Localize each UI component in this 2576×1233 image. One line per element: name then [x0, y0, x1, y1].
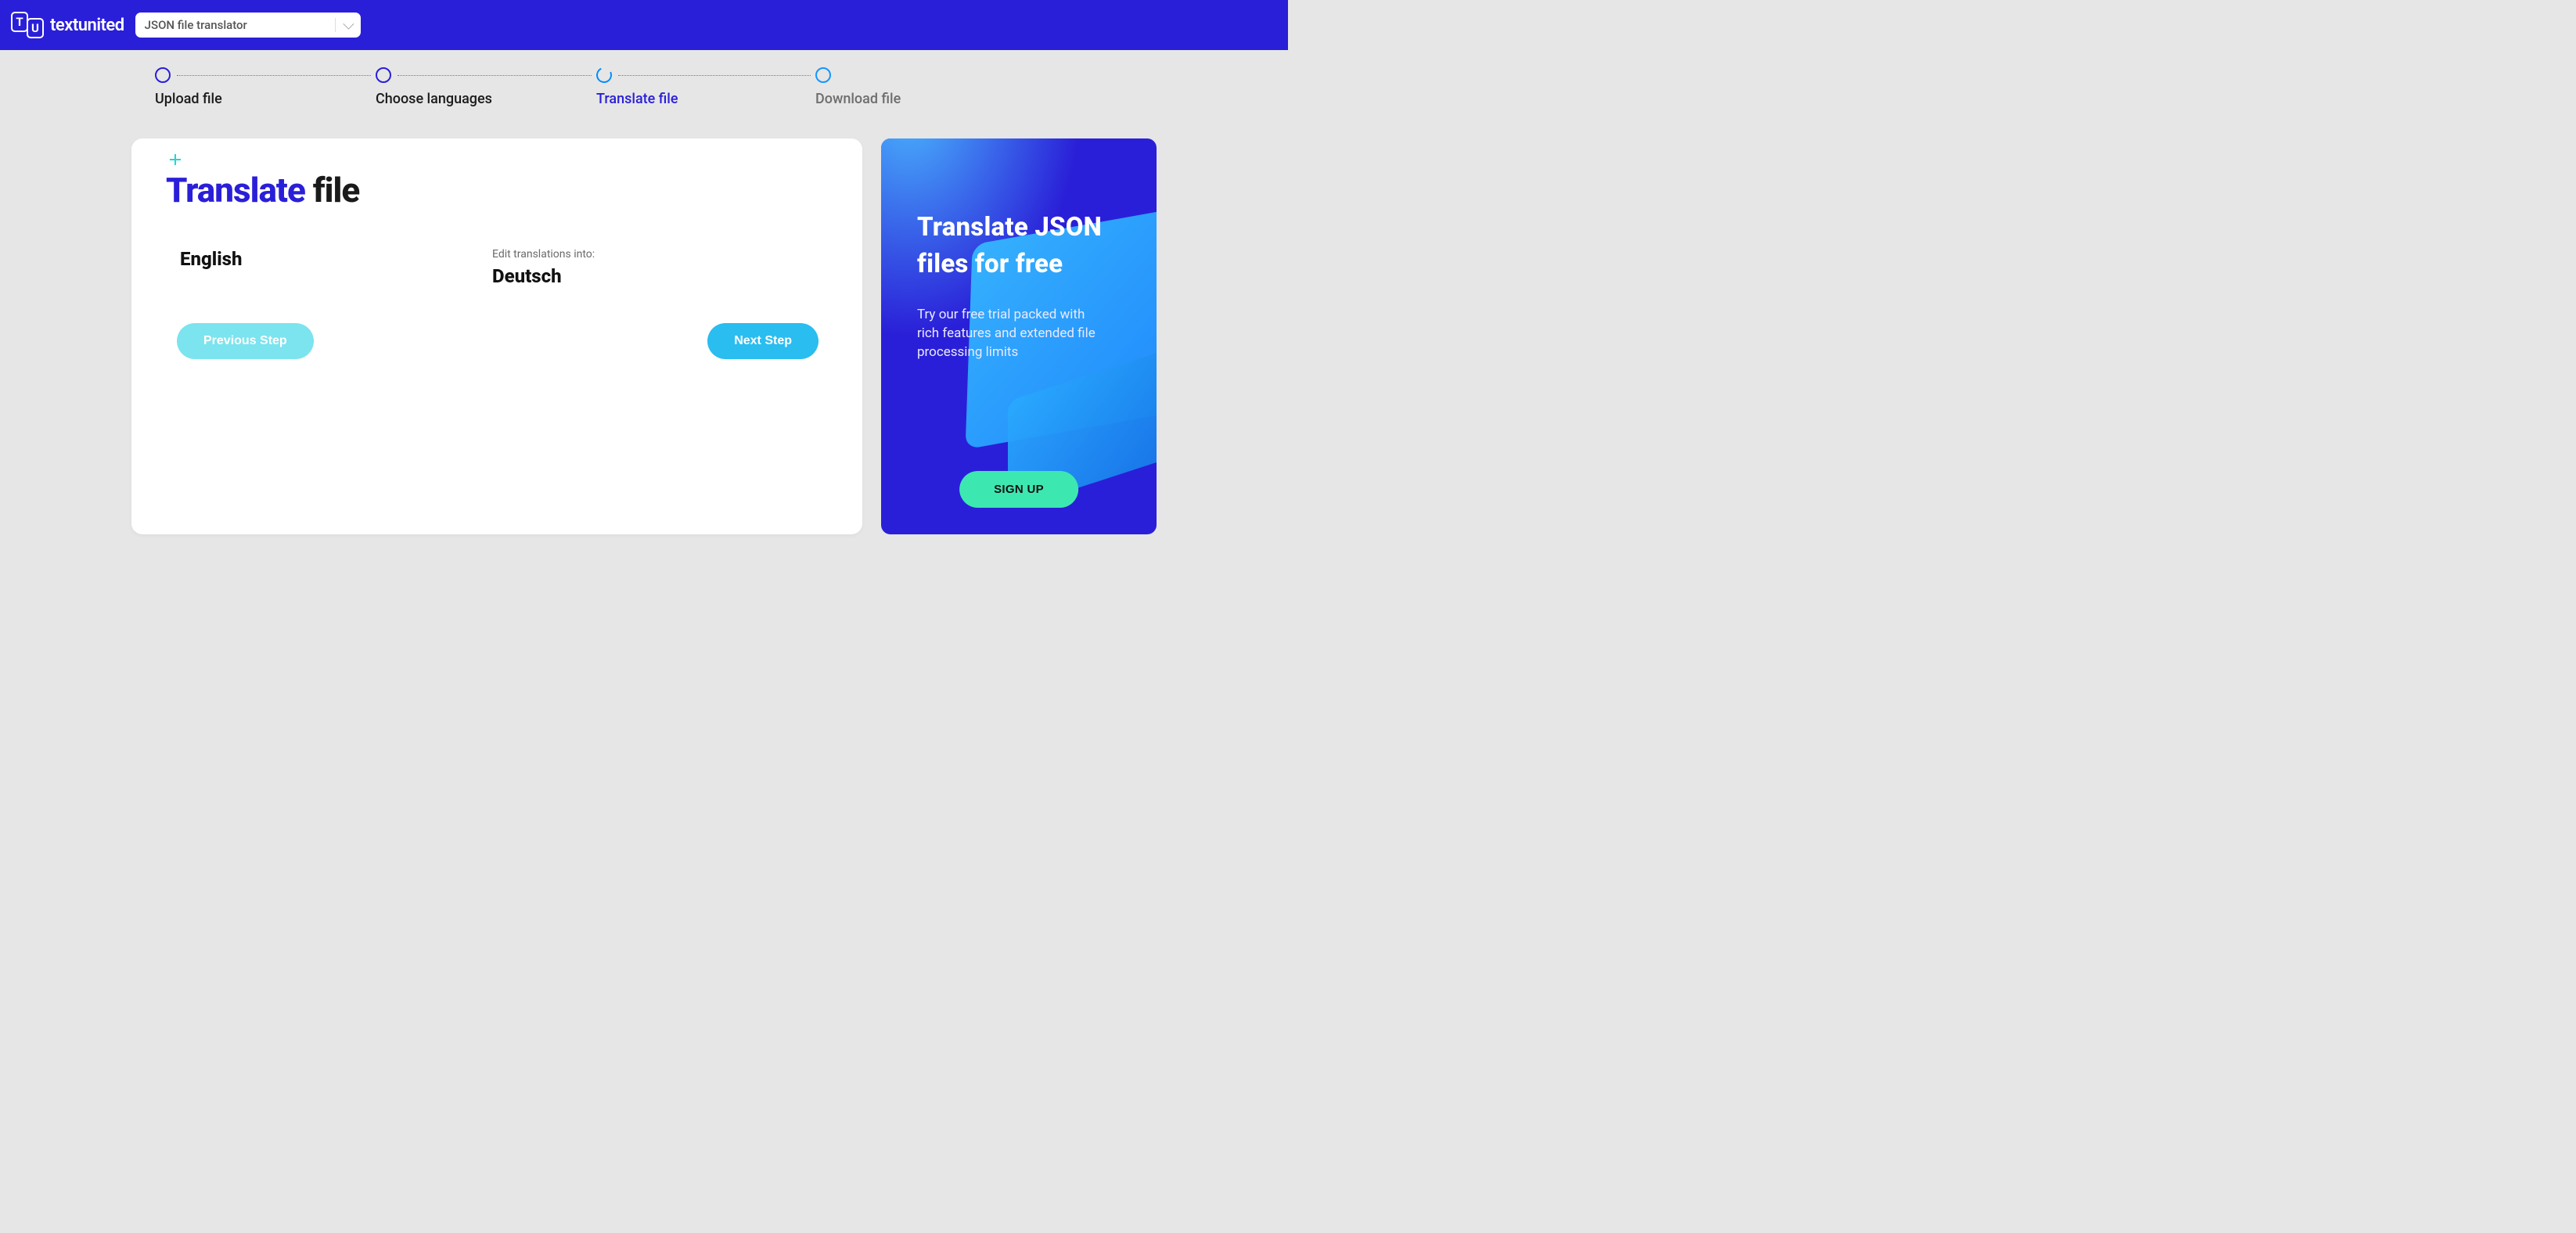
- source-language: English: [180, 248, 492, 270]
- step-connector: [177, 75, 371, 76]
- translator-type-value: JSON file translator: [145, 18, 247, 32]
- step-indicator-icon: [376, 67, 391, 83]
- previous-step-button[interactable]: Previous Step: [177, 323, 314, 359]
- step-label-upload: Upload file: [155, 91, 376, 107]
- card-title-plain: file: [313, 170, 360, 210]
- promo-panel: Translate JSON files for free Try our fr…: [881, 138, 1157, 534]
- chevron-down-icon: [343, 19, 354, 30]
- step-label-translate: Translate file: [596, 91, 815, 107]
- target-language: Deutsch: [492, 265, 818, 287]
- promo-body: Try our free trial packed with rich feat…: [917, 306, 1097, 361]
- brand-mark-icon: T U: [11, 12, 44, 38]
- main-content-row: Translate file English Edit translations…: [131, 138, 1157, 534]
- card-title: Translate file: [166, 170, 818, 210]
- translator-type-select[interactable]: JSON file translator: [135, 13, 361, 38]
- next-step-button[interactable]: Next Step: [707, 323, 818, 359]
- target-language-label: Edit translations into:: [492, 248, 818, 261]
- step-indicator-disabled-icon: [815, 67, 831, 83]
- card-nav-buttons: Previous Step Next Step: [166, 323, 818, 359]
- step-label-download: Download file: [815, 91, 972, 107]
- source-language-column: English: [166, 248, 492, 287]
- app-header: T U textunited JSON file translator: [0, 0, 1288, 50]
- progress-stepper: Upload file Choose languages Translate f…: [155, 67, 1157, 107]
- translate-card: Translate file English Edit translations…: [131, 138, 862, 534]
- step-connector: [618, 75, 811, 76]
- step-label-languages: Choose languages: [376, 91, 596, 107]
- card-title-accent: Translate: [166, 170, 313, 210]
- plus-accent-icon: [170, 154, 181, 165]
- step-indicator-active-icon: [594, 65, 614, 85]
- step-indicator-icon: [155, 67, 171, 83]
- target-language-column: Edit translations into: Deutsch: [492, 248, 818, 287]
- brand-logo[interactable]: T U textunited: [11, 12, 124, 38]
- language-row: English Edit translations into: Deutsch: [166, 248, 818, 287]
- promo-headline: Translate JSON files for free: [917, 209, 1127, 282]
- step-connector: [398, 75, 592, 76]
- brand-name: textunited: [50, 16, 124, 35]
- card-title-accent-text: Translate: [166, 170, 305, 210]
- signup-button[interactable]: SIGN UP: [959, 471, 1078, 508]
- page-container: Upload file Choose languages Translate f…: [131, 50, 1157, 534]
- select-separator: [335, 18, 336, 32]
